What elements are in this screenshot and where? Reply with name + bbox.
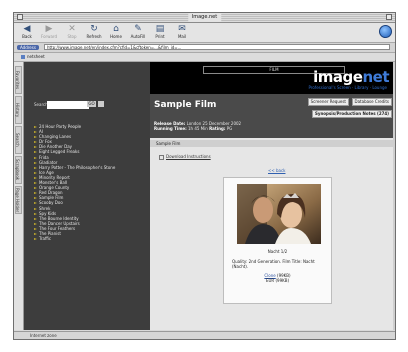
forward-arrow-icon: ▶	[45, 24, 53, 34]
bullet-arrow-icon	[34, 141, 37, 144]
page-title: Sample Film	[154, 100, 217, 110]
home-button[interactable]: ⌂ Home	[105, 24, 127, 39]
address-label: Address	[17, 45, 39, 50]
bullet-arrow-icon	[34, 176, 37, 179]
film-detail: Sample Film Screener Request Database Cr…	[150, 94, 395, 330]
status-bar: Internet zone	[14, 331, 395, 339]
back-arrow-icon: ◀	[23, 24, 31, 34]
tab-page-holder[interactable]: Page Holder	[15, 186, 22, 214]
address-bar: Address http://www.image.net/en/index.cf…	[14, 43, 395, 53]
back-link[interactable]: << back	[268, 168, 285, 173]
bullet-arrow-icon	[34, 171, 37, 174]
download-instructions-link[interactable]: Download Instructions	[159, 154, 211, 160]
film-still-photo	[237, 184, 321, 244]
site-banner: FILM imagenet Professional's Screen · Li…	[150, 62, 395, 94]
title-bar[interactable]: Image.net	[14, 13, 395, 23]
print-button[interactable]: ▤ Print	[149, 24, 171, 39]
search-input[interactable]	[47, 101, 89, 109]
bullet-arrow-icon	[34, 217, 37, 220]
image-caption: Nacht 1/2	[267, 249, 288, 254]
tab-history[interactable]: History	[15, 96, 22, 124]
close-box-icon[interactable]	[17, 14, 23, 20]
refresh-button[interactable]: ↻ Refresh	[83, 24, 105, 39]
zoom-box-icon[interactable]	[386, 14, 392, 20]
stop-button[interactable]: ✕ Stop	[61, 24, 83, 39]
section-title: Sample Film	[150, 140, 395, 147]
database-credits-button[interactable]: Database Credits	[351, 98, 392, 106]
bullet-arrow-icon	[34, 238, 37, 241]
bullet-arrow-icon	[34, 161, 37, 164]
bullet-arrow-icon	[34, 187, 37, 190]
mail-button[interactable]: ✉ Mail	[171, 24, 193, 39]
vertical-scrollbar[interactable]	[393, 62, 395, 330]
forward-button[interactable]: ▶ Forward	[38, 24, 60, 39]
search-go-button[interactable]: GO	[87, 101, 96, 107]
banner-tagline[interactable]: Professional's Screen · Library · Lounge	[308, 85, 387, 90]
bullet-arrow-icon	[34, 197, 37, 200]
imagenet-logo[interactable]: imagenet	[313, 70, 389, 85]
home-icon: ⌂	[113, 24, 119, 34]
autofill-button[interactable]: ✎ AutoFill	[127, 24, 149, 39]
image-download-info: Clone (99KB) EUR (99KB)	[264, 273, 291, 283]
release-info: Release Date: London 25 December 2002 Ru…	[154, 121, 242, 131]
bullet-arrow-icon	[34, 156, 37, 159]
film-still-image[interactable]	[237, 184, 321, 244]
mail-icon: ✉	[178, 24, 186, 34]
synopsis-notes-button[interactable]: Synopsis/Production Notes (274)	[311, 110, 392, 118]
bullet-arrow-icon	[34, 146, 37, 149]
search-options-icon[interactable]	[98, 101, 104, 107]
tab-scrapbook[interactable]: Scrapbook	[15, 156, 22, 184]
bullet-arrow-icon	[34, 227, 37, 230]
film-header: Sample Film Screener Request Database Cr…	[150, 94, 395, 138]
film-list: 24 Hour Party People AI Changing Lanes Dr F…	[34, 124, 115, 241]
bullet-arrow-icon	[34, 207, 37, 210]
bullet-arrow-icon	[34, 232, 37, 235]
status-text: Internet zone	[30, 333, 57, 338]
image-quality: Quality: 2nd Generation. Film Title: Nac…	[232, 259, 315, 269]
stop-icon: ✕	[68, 24, 76, 34]
browser-window: Image.net ◀ Back ▶ Forward ✕ Stop ↻ Refr…	[13, 12, 396, 340]
autofill-icon: ✎	[134, 24, 142, 34]
image-card: Nacht 1/2 Quality: 2nd Generation. Film …	[223, 177, 332, 304]
page-icon	[21, 55, 25, 59]
address-field[interactable]: http://www.image.net/en/index.cfm?cfid=1…	[44, 44, 390, 50]
refresh-icon: ↻	[90, 24, 98, 34]
print-icon: ▤	[155, 24, 165, 34]
bullet-arrow-icon	[34, 222, 37, 225]
search-label: Search	[34, 102, 48, 107]
film-list-item[interactable]: Traffic	[34, 236, 115, 241]
bullet-arrow-icon	[34, 192, 37, 195]
bullet-arrow-icon	[34, 182, 37, 185]
tab-search[interactable]: Search	[15, 126, 22, 154]
bullet-arrow-icon	[34, 202, 37, 205]
bullet-arrow-icon	[34, 131, 37, 134]
bullet-arrow-icon	[34, 166, 37, 169]
bullet-arrow-icon	[34, 126, 37, 128]
document-icon	[159, 154, 164, 160]
toolbar: ◀ Back ▶ Forward ✕ Stop ↻ Refresh ⌂ Home…	[14, 23, 395, 43]
back-button[interactable]: ◀ Back	[16, 24, 38, 39]
globe-icon	[379, 25, 392, 38]
bullet-arrow-icon	[34, 136, 37, 139]
window-title: Image.net	[187, 13, 222, 22]
favorites-bar: netsheet	[14, 53, 395, 62]
bullet-arrow-icon	[34, 151, 37, 154]
tab-favorites[interactable]: Favorites	[15, 66, 22, 94]
screener-request-button[interactable]: Screener Request	[307, 98, 349, 106]
explorer-side-tabs: Favorites History Search Scrapbook Page …	[14, 62, 24, 330]
favorite-link[interactable]: netsheet	[21, 54, 45, 60]
bullet-arrow-icon	[34, 212, 37, 215]
